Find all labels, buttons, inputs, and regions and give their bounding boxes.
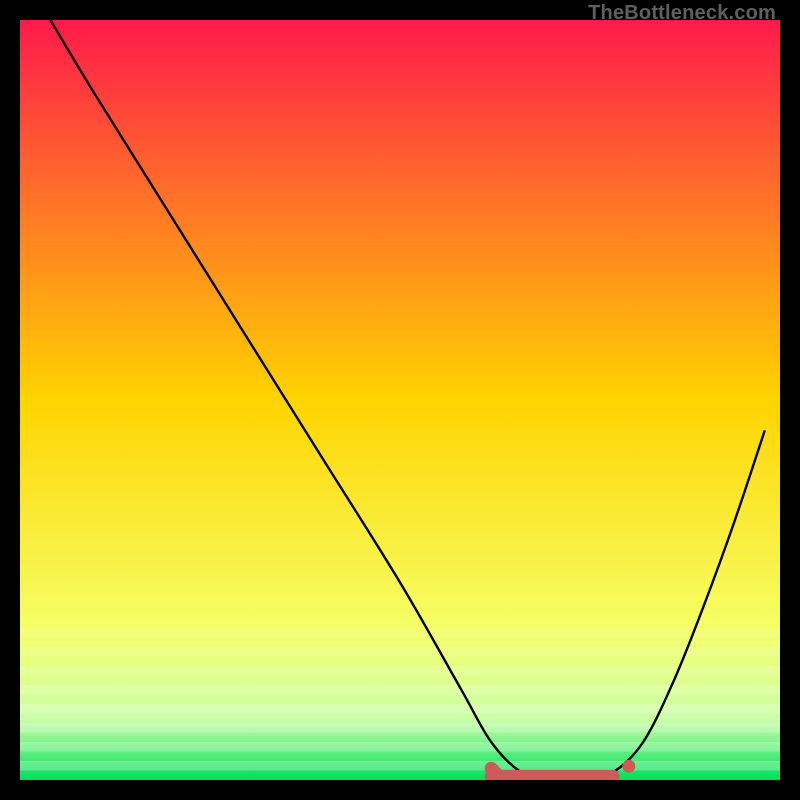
chart-frame bbox=[20, 20, 780, 780]
watermark-text: TheBottleneck.com bbox=[588, 2, 776, 25]
chart-plot bbox=[20, 20, 780, 780]
